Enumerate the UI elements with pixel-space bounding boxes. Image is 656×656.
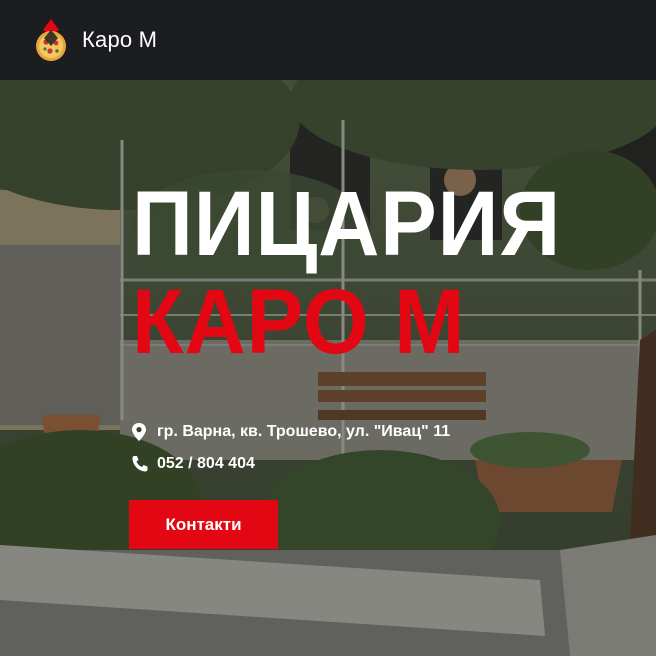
brand-name: Каро М (82, 27, 158, 52)
pizza-logo-icon (36, 19, 66, 61)
map-marker-icon (132, 423, 146, 441)
address-row: гр. Варна, кв. Трошево, ул. "Ивац" 11 (130, 422, 450, 442)
hero-title-line1: ПИЦАРИЯ (132, 173, 562, 275)
brand-link[interactable]: Каро М (34, 18, 157, 62)
phone-icon (132, 456, 148, 472)
hero-title-line2: КАРО М (132, 271, 466, 373)
phone-text[interactable]: 052 / 804 404 (157, 455, 255, 473)
navbar: Каро М (0, 0, 656, 80)
contacts-button[interactable]: Контакти (129, 500, 278, 549)
address-text: гр. Варна, кв. Трошево, ул. "Ивац" 11 (157, 423, 451, 440)
phone-row: 052 / 804 404 (130, 454, 255, 474)
hero-section: ПИЦАРИЯ КАРО М гр. Варна, кв. Трошево, у… (0, 80, 656, 656)
